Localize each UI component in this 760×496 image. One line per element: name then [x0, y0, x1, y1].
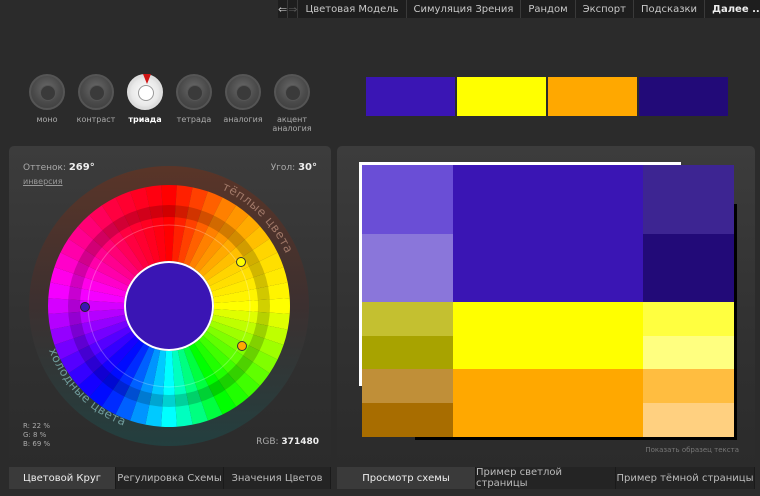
menu-vision-simulation[interactable]: Симуляция Зрения: [407, 0, 522, 18]
menu-more[interactable]: Далее ...: [705, 0, 760, 18]
mode-label: контраст: [76, 115, 116, 124]
color-cell-primary-light1[interactable]: [362, 165, 453, 234]
hue-handle-secondary[interactable]: [236, 257, 246, 267]
palette-bar: [366, 77, 730, 116]
mode-label: тетрада: [176, 115, 212, 124]
mode-label: акцент аналогия: [272, 115, 312, 133]
tetrad-dial-icon: [176, 74, 212, 110]
hue-label: Оттенок:: [23, 163, 66, 173]
color-cell-yellow-dark2[interactable]: [362, 336, 453, 369]
arrow-left-icon[interactable]: ⇐: [278, 0, 289, 18]
palette-swatch-primary[interactable]: [366, 77, 455, 116]
color-cell-orange-dark2[interactable]: [362, 403, 453, 437]
mode-mono[interactable]: моно: [22, 74, 72, 124]
hue-value: 269°: [68, 162, 95, 173]
color-cell-yellow-light1[interactable]: [643, 302, 734, 336]
rgb-g-percent: G: 8 %: [23, 431, 47, 439]
color-cell-orange-main[interactable]: [453, 369, 643, 437]
angle-readout: Угол: 30°: [271, 162, 317, 173]
palette-swatch-dark[interactable]: [639, 77, 728, 116]
hue-readout: Оттенок: 269°: [23, 162, 95, 173]
color-cell-yellow-light2[interactable]: [643, 336, 734, 369]
accent-analogy-dial-icon: [274, 74, 310, 110]
show-sample-text-link[interactable]: Показать образец текста: [645, 446, 739, 454]
menu-export[interactable]: Экспорт: [576, 0, 634, 18]
palette-swatch-complement-1[interactable]: [457, 77, 546, 116]
mode-label: триада: [128, 115, 162, 124]
top-menu-bar: ⇐ ⇒ Цветовая Модель Симуляция Зрения Ран…: [278, 0, 760, 18]
rgb-label: RGB:: [256, 437, 279, 447]
tab-light-page-example[interactable]: Пример светлой страницы: [476, 467, 616, 489]
mode-contrast[interactable]: контраст: [71, 74, 121, 124]
color-cell-yellow-dark1[interactable]: [362, 302, 453, 336]
triad-dial-icon: [127, 74, 163, 110]
color-cell-primary-dark1[interactable]: [643, 165, 734, 234]
color-cell-primary-dark2[interactable]: [643, 234, 734, 302]
color-cell-orange-light1[interactable]: [643, 369, 734, 403]
contrast-dial-icon: [78, 74, 114, 110]
tab-color-wheel[interactable]: Цветовой Круг: [9, 467, 116, 489]
right-panel-tabs: Просмотр схемы Пример светлой страницы П…: [337, 467, 755, 489]
rgb-r-percent: R: 22 %: [23, 422, 51, 430]
analogy-dial-icon: [225, 74, 261, 110]
angle-value: 30°: [298, 162, 317, 173]
rgb-value: 371480: [281, 437, 319, 447]
menu-random[interactable]: Рандом: [521, 0, 576, 18]
mono-dial-icon: [29, 74, 65, 110]
scheme-preview-grid[interactable]: [362, 165, 734, 437]
color-cell-orange-light2[interactable]: [643, 403, 734, 437]
color-cell-orange-dark1[interactable]: [362, 369, 453, 403]
hue-handle-tertiary[interactable]: [237, 341, 247, 351]
rgb-percentages: R: 22 % G: 8 % B: 69 %: [23, 422, 50, 449]
mode-label: аналогия: [223, 115, 263, 124]
tab-color-values[interactable]: Значения Цветов: [224, 467, 331, 489]
tab-dark-page-example[interactable]: Пример тёмной страницы: [616, 467, 755, 489]
rgb-hex-readout: RGB: 371480: [256, 437, 319, 447]
color-wheel-panel: тёплые цвета холодные цвета Оттенок: 269…: [9, 146, 331, 489]
arrow-right-icon[interactable]: ⇒: [288, 0, 299, 18]
mode-triad[interactable]: триада: [120, 74, 170, 124]
menu-hints[interactable]: Подсказки: [634, 0, 706, 18]
scheme-preview-panel: Показать образец текста Просмотр схемы П…: [337, 146, 755, 489]
hue-handle-primary[interactable]: [80, 302, 90, 312]
tab-scheme-preview[interactable]: Просмотр схемы: [337, 467, 476, 489]
color-cell-primary-light2[interactable]: [362, 234, 453, 302]
invert-link[interactable]: инверсия: [23, 177, 63, 186]
color-cell-primary-main[interactable]: [453, 165, 643, 302]
color-wheel[interactable]: тёплые цвета холодные цвета: [19, 156, 319, 456]
left-panel-tabs: Цветовой Круг Регулировка Схемы Значения…: [9, 467, 331, 489]
palette-swatch-complement-2[interactable]: [548, 77, 637, 116]
mode-label: моно: [36, 115, 58, 124]
mode-accent-analogy[interactable]: акцент аналогия: [267, 74, 317, 133]
rgb-b-percent: B: 69 %: [23, 440, 51, 448]
mode-tetrad[interactable]: тетрада: [169, 74, 219, 124]
menu-color-model[interactable]: Цветовая Модель: [298, 0, 407, 18]
scheme-mode-selector: моно контраст триада тетрада аналогия ак…: [22, 74, 322, 144]
color-cell-yellow-main[interactable]: [453, 302, 643, 369]
mode-analogy[interactable]: аналогия: [218, 74, 268, 124]
tab-scheme-adjust[interactable]: Регулировка Схемы: [116, 467, 224, 489]
angle-label: Угол:: [270, 163, 296, 173]
center-color-disc: [126, 263, 212, 349]
